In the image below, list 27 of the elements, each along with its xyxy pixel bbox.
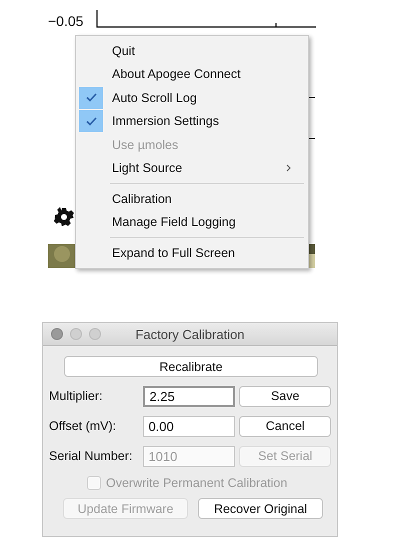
menu-item[interactable]: Light Source [76,156,308,180]
dialog-button[interactable]: Cancel [239,416,331,436]
checkmark-icon [86,116,96,126]
menu-item[interactable]: Auto Scroll Log [76,86,308,110]
input-field[interactable]: 2.25 [143,386,236,406]
zoom-button[interactable] [89,328,101,340]
menu-item[interactable]: About Apogee Connect [76,62,308,86]
minimize-button[interactable] [70,328,82,340]
close-button[interactable] [51,328,63,340]
menu-item[interactable]: Calibration [76,187,308,210]
window-title: Factory Calibration [135,326,245,342]
dialog-button[interactable]: Save [239,386,331,406]
recalibrate-button[interactable]: Recalibrate [64,356,318,377]
input-field[interactable]: 0.00 [143,416,236,436]
dialog-button[interactable]: Recover Original [198,498,323,519]
field-label: Offset (mV): [49,419,118,433]
menu-item[interactable]: Quit [76,39,308,62]
field-label: Serial Number: [49,449,134,463]
checkmark-icon [86,93,96,102]
menu-item[interactable]: Immersion Settings [76,110,308,133]
menu-item[interactable]: Expand to Full Screen [76,241,308,264]
gear-icon [54,207,74,227]
menu-item[interactable]: Manage Field Logging [76,210,308,234]
axis-tick-label: −0.05 [48,13,84,29]
field-label: Multiplier: [49,389,104,403]
checkbox-label: Overwrite Permanent Calibration [106,476,288,490]
chevron-right-icon [286,164,291,172]
